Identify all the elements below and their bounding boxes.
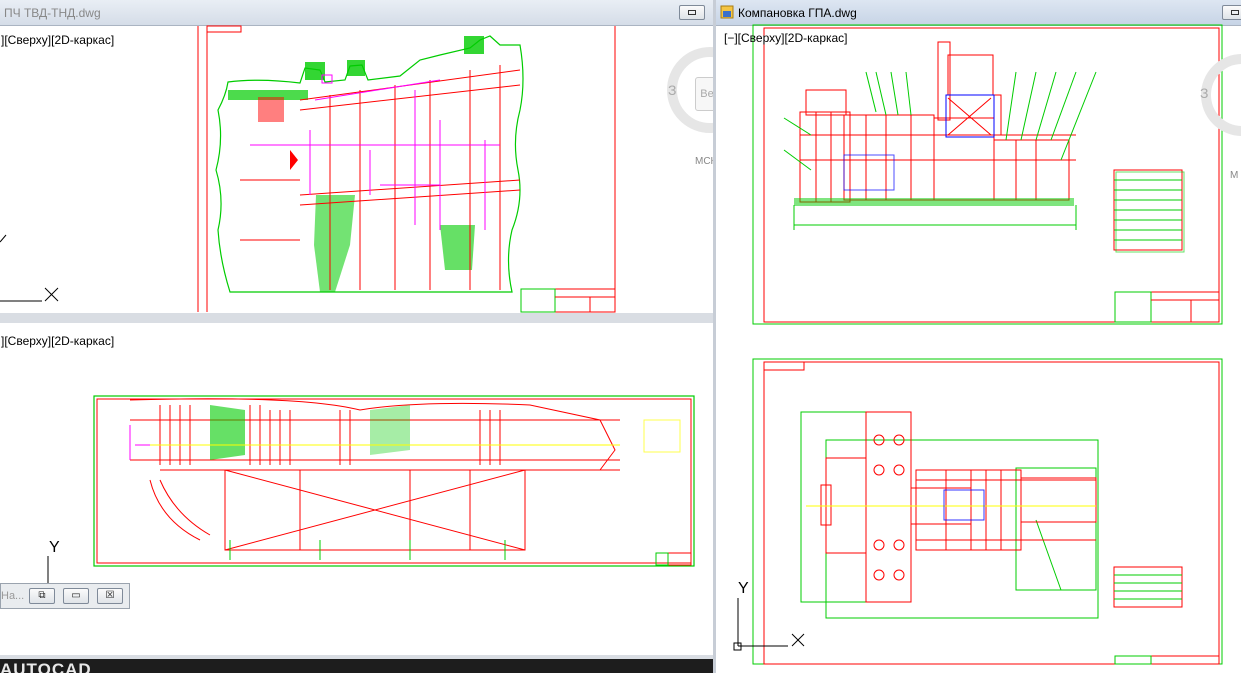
viewcube[interactable]: З Ве МСК [660, 45, 713, 167]
restore-icon: ⧉ [38, 590, 46, 601]
right-viewcube-face-label: З [1200, 85, 1209, 101]
right-viewcube-ring-icon [1201, 54, 1241, 136]
bottom-viewport-label[interactable]: ][Сверху][2D-каркас] [1, 334, 114, 348]
right-model-canvas[interactable]: Y [716, 0, 1241, 673]
right-viewcube[interactable]: З М [1194, 50, 1241, 190]
autocad-logo: AUTOCAD [0, 659, 713, 673]
restore-button[interactable]: ⧉ [29, 588, 55, 604]
window-divider[interactable] [713, 0, 716, 673]
gpa-plan-sheet [752, 358, 1223, 665]
minimized-drawing-title: На... [1, 590, 25, 602]
right-y-axis-label: Y [738, 580, 749, 597]
close-icon: ☒ [105, 590, 115, 601]
minimized-drawing-bar[interactable]: На... ⧉ ▭ ☒ [0, 583, 130, 609]
close-button[interactable]: ☒ [97, 588, 123, 604]
right-drawing-window[interactable]: Компановка ГПА.dwg [−][Сверху][2D-каркас… [716, 0, 1241, 673]
right-viewport-label[interactable]: [−][Сверху][2D-каркас] [724, 31, 848, 45]
viewcube-top-button[interactable]: Ве [695, 77, 713, 111]
turbine-section-drawing [197, 25, 616, 313]
viewcube-face-label: З [668, 82, 677, 98]
ucs-icon-top [0, 234, 59, 302]
gpa-elevation-sheet [752, 24, 1223, 325]
right-wcs-label[interactable]: М [1230, 170, 1238, 181]
maximize-icon: ▭ [71, 590, 81, 601]
maximize-button[interactable]: ▭ [63, 588, 89, 604]
ucs-icon-right [733, 598, 805, 651]
gas-turbine-assembly-drawing [93, 395, 695, 567]
wcs-label[interactable]: МСК [695, 156, 713, 167]
left-drawing-window[interactable]: ПЧ ТВД-ТНД.dwg ][Сверху][2D-каркас] ][Св… [0, 0, 713, 673]
y-axis-label: Y [49, 539, 60, 556]
top-viewport-label[interactable]: ][Сверху][2D-каркас] [1, 33, 114, 47]
autocad-logo-text: AUTOCAD [0, 660, 92, 673]
